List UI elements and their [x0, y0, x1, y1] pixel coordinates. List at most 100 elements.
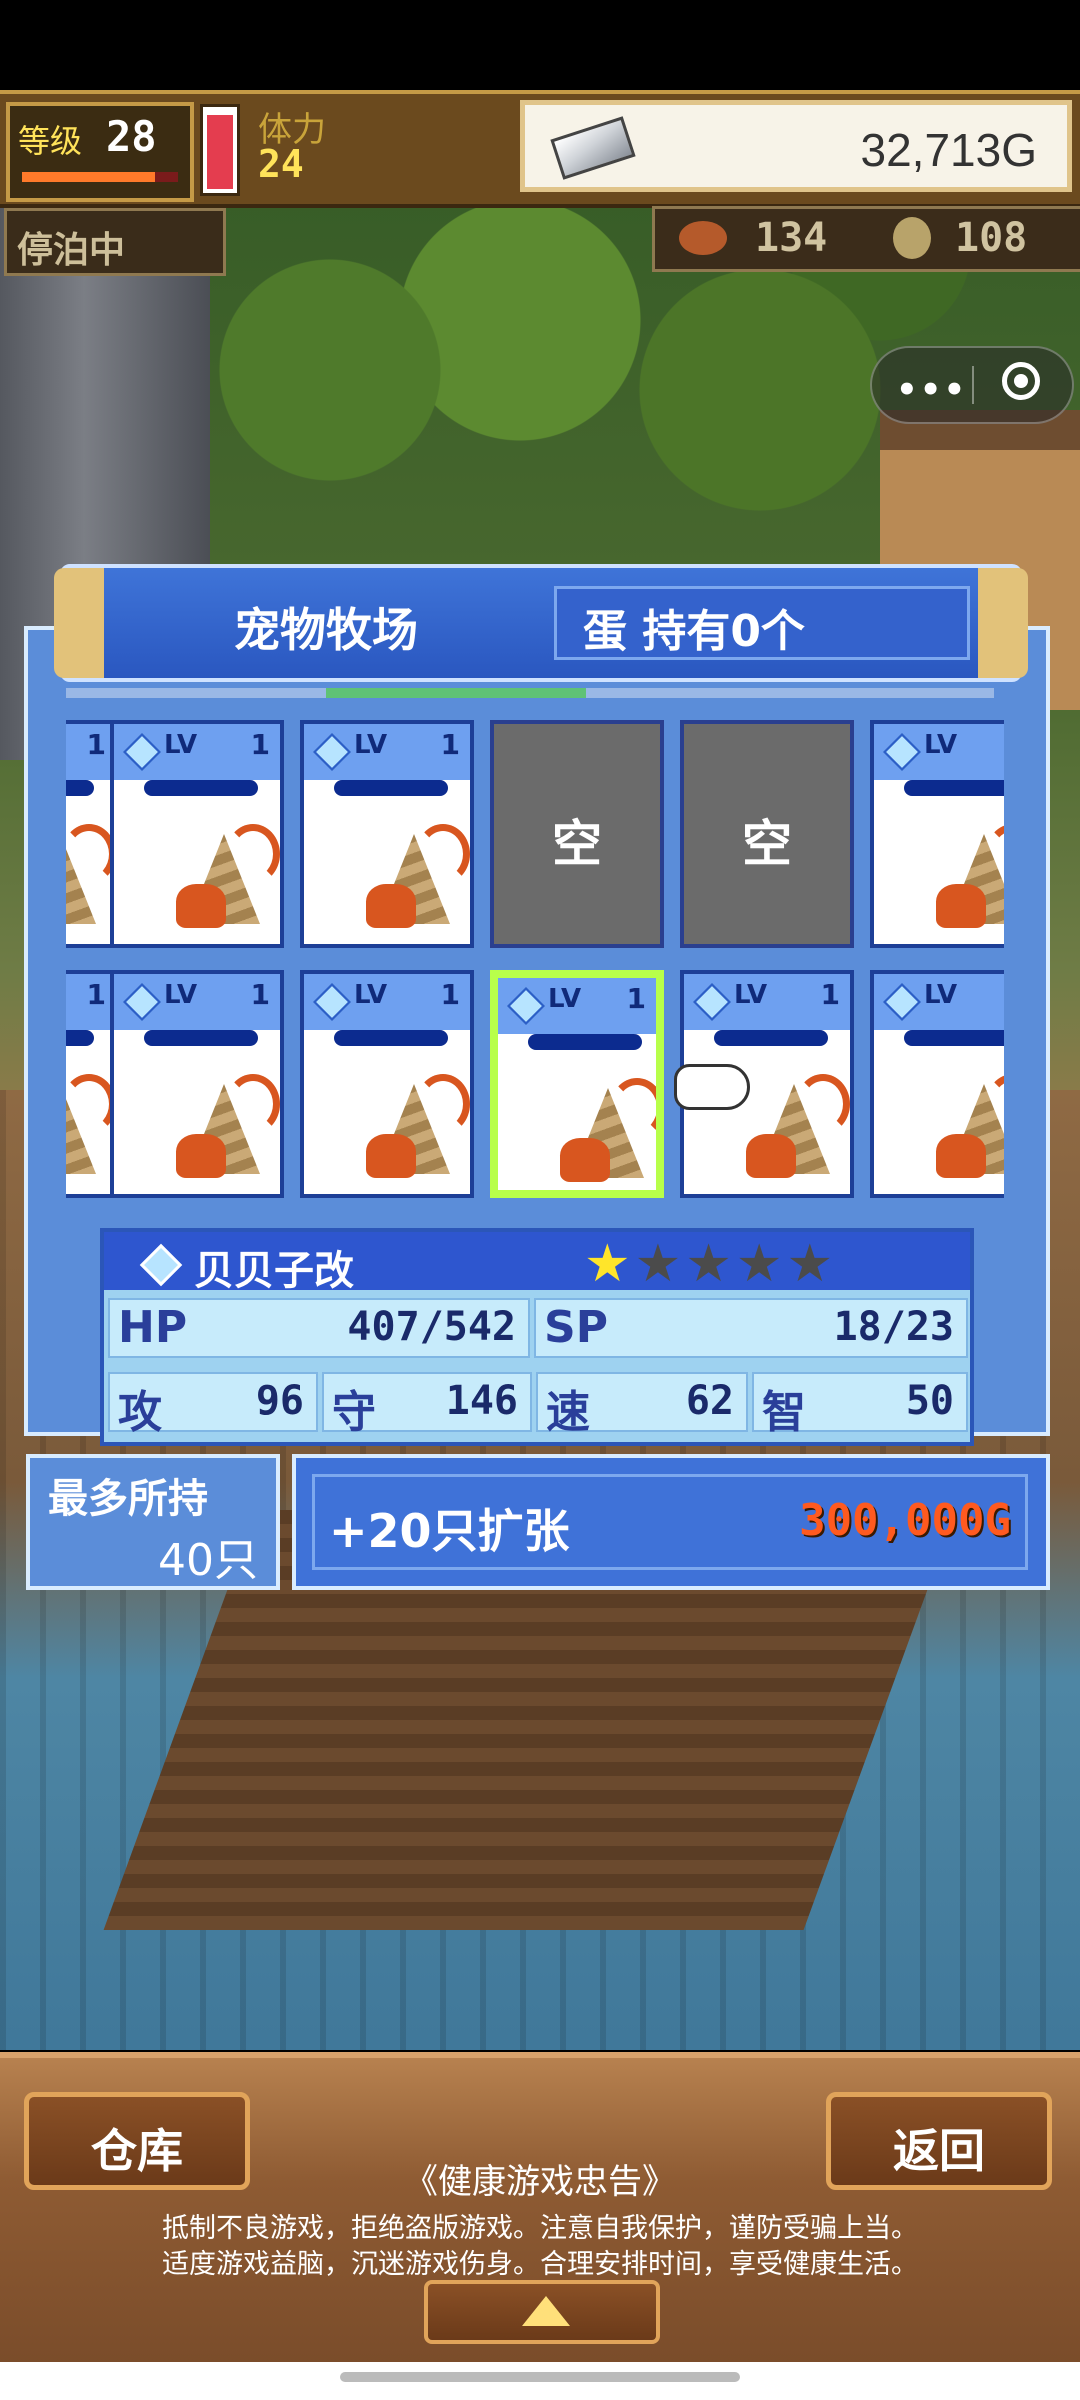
level-value: 28: [106, 112, 157, 161]
slot-lv-label: LV: [164, 730, 198, 760]
health-notice-line-1: 抵制不良游戏，拒绝盗版游戏。注意自我保护，谨防受骗上当。: [162, 2213, 918, 2244]
slot-lv-label: LV: [548, 984, 582, 1014]
slot-level-value: 1: [86, 978, 106, 1011]
slot-level-value: 1: [820, 978, 840, 1011]
def-cell: 守 146: [322, 1372, 532, 1438]
moor-status-badge: 停泊中: [4, 208, 226, 276]
pet-slot[interactable]: LV1: [300, 970, 474, 1198]
coin-icon: [893, 217, 931, 259]
atk-value: 96: [255, 1378, 304, 1424]
gem-icon: [139, 1243, 183, 1287]
pet-slot-empty[interactable]: 空: [680, 720, 854, 948]
close-target-icon[interactable]: [1002, 362, 1040, 400]
slot-hp-bar: [334, 1030, 448, 1046]
slot-hp-bar: [904, 1030, 1004, 1046]
slot-hp-bar: [144, 1030, 258, 1046]
slot-level-value: 1: [250, 728, 270, 761]
slot-lv-label: LV: [924, 980, 958, 1010]
spd-value: 62: [685, 1378, 734, 1424]
pet-info-header: 贝贝子改 ★★★★★: [104, 1232, 970, 1294]
int-cell: 智 50: [752, 1372, 968, 1438]
slot-hp-bar: [528, 1034, 642, 1050]
slot-level-value: 1: [440, 728, 460, 761]
pet-slot[interactable]: LV 1: [490, 970, 664, 1198]
hermit-crab-pet-icon: [556, 1078, 656, 1188]
slot-hp-bar: [714, 1030, 828, 1046]
def-value: 146: [445, 1378, 518, 1424]
expand-label: +20只扩张: [329, 1504, 570, 1558]
slot-lv-label: LV: [164, 980, 198, 1010]
hermit-crab-pet-icon: [932, 824, 1004, 934]
star-filled-icon: ★: [584, 1234, 635, 1294]
level-box: 等级 28: [6, 102, 194, 202]
slot-hp-bar: [66, 780, 94, 796]
top-hud: 等级 28 体力 24 32,713G: [0, 90, 1080, 208]
stamina-value: 24: [258, 142, 304, 186]
spd-label: 速: [546, 1387, 590, 1438]
collapse-button[interactable]: [424, 2280, 660, 2344]
int-value: 50: [905, 1378, 954, 1424]
slot-lv-label: LV: [924, 730, 958, 760]
sp-label: SP: [544, 1302, 608, 1353]
pet-name: 贝贝子改: [194, 1248, 354, 1294]
hermit-crab-pet-icon: [66, 1074, 116, 1184]
hermit-crab-pet-icon: [742, 1074, 850, 1184]
health-notice-title: 《健康游戏忠告》: [404, 2162, 676, 2202]
food-icon: [679, 221, 727, 255]
egg-count-box: 蛋 持有0个: [554, 586, 970, 660]
slot-level-value: 1: [250, 978, 270, 1011]
slot-level-value: 1: [86, 728, 106, 761]
pet-slot[interactable]: LV 1: [300, 720, 474, 948]
hp-label: HP: [118, 1302, 188, 1353]
pet-rarity-stars: ★★★★★: [584, 1234, 837, 1294]
slot-scrollbar[interactable]: [66, 688, 994, 698]
resource-bar: 134 108: [652, 206, 1080, 272]
panel-title: 宠物牧场: [234, 603, 418, 657]
pet-slot[interactable]: LV 1: [110, 720, 284, 948]
home-indicator[interactable]: [340, 2372, 740, 2382]
star-empty-icon: ★: [735, 1234, 787, 1294]
hermit-crab-pet-icon: [66, 824, 116, 934]
gold-box: 32,713G: [520, 100, 1072, 192]
def-label: 守: [332, 1387, 376, 1438]
expand-capacity-button[interactable]: +20只扩张 300,000G: [292, 1454, 1050, 1590]
stamina-gauge: [200, 104, 240, 196]
header-ornament-right: [978, 568, 1028, 678]
hand-pointer-icon: [674, 1064, 750, 1110]
star-empty-icon: ★: [634, 1234, 686, 1294]
expand-price: 300,000G: [799, 1495, 1011, 1546]
egg-count: 蛋 持有0个: [583, 606, 805, 657]
exp-bar: [22, 172, 178, 182]
slot-level-value: 1: [626, 982, 646, 1015]
sp-value: 18/23: [833, 1304, 954, 1350]
atk-label: 攻: [118, 1387, 162, 1438]
empty-slot-label: 空: [742, 815, 792, 873]
sp-cell: SP 18/23: [534, 1298, 968, 1358]
hermit-crab-pet-icon: [172, 824, 280, 934]
level-label: 等级: [18, 122, 83, 160]
up-arrow-icon: [522, 2296, 570, 2326]
health-notice-line-2: 适度游戏益脑，沉迷游戏伤身。合理安排时间，享受健康生活。: [162, 2249, 918, 2280]
hp-value: 407/542: [347, 1304, 516, 1350]
int-label: 智: [762, 1387, 806, 1438]
capacity-box: 最多所持 40只: [26, 1454, 280, 1590]
more-icon[interactable]: •••: [896, 370, 967, 410]
slot-lv-label: LV: [734, 980, 768, 1010]
pet-slot-empty[interactable]: 空: [490, 720, 664, 948]
hermit-crab-pet-icon: [172, 1074, 280, 1184]
pet-slot[interactable]: LV1: [870, 970, 1004, 1198]
moor-status-label: 停泊中: [17, 230, 126, 271]
gold-value: 32,713G: [860, 124, 1037, 176]
pet-slot[interactable]: LV 1: [110, 970, 284, 1198]
slot-hp-bar: [144, 780, 258, 796]
slot-lv-label: LV: [354, 730, 388, 760]
pet-slot[interactable]: LV1: [870, 720, 1004, 948]
food-value: 134: [755, 215, 828, 261]
slot-hp-bar: [904, 780, 1004, 796]
slot-hp-bar: [66, 1030, 94, 1046]
pet-slot-grid: LV1LV1LV1空空LV1LV1LV1LV1LV1LV1LV1: [66, 720, 1004, 1210]
exp-bar-fill: [22, 172, 155, 182]
slot-lv-label: LV: [354, 980, 388, 1010]
slot-scrollbar-thumb[interactable]: [325, 688, 586, 698]
expand-button-inner: +20只扩张 300,000G: [312, 1474, 1028, 1570]
